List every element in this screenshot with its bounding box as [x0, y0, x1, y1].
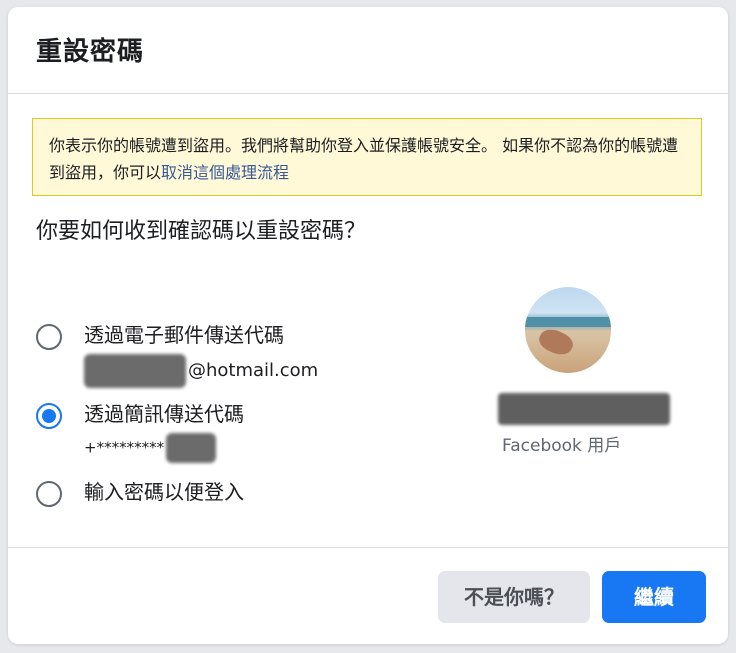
compromised-account-notice: 你表示你的帳號遭到盜用。我們將幫助你登入並保護帳號安全。 如果你不認為你的帳號遭…: [32, 118, 702, 196]
reset-password-dialog: 重設密碼 你表示你的帳號遭到盜用。我們將幫助你登入並保護帳號安全。 如果你不認為…: [8, 7, 728, 644]
dialog-title: 重設密碼: [36, 37, 145, 67]
masked-phone: +*********: [84, 438, 165, 457]
redacted-profile-name: [498, 393, 670, 425]
dialog-header: 重設密碼: [8, 7, 728, 94]
email-radio[interactable]: [36, 324, 62, 350]
redacted-email-user: [84, 354, 186, 388]
sms-option-label: 透過簡訊傳送代碼: [84, 402, 244, 426]
avatar: [525, 287, 611, 373]
continue-button[interactable]: 繼續: [602, 571, 706, 623]
password-radio[interactable]: [36, 481, 62, 507]
dialog-footer-divider: [8, 547, 728, 548]
cancel-process-link[interactable]: 取消這個處理流程: [161, 163, 289, 182]
redacted-phone-digits: [166, 433, 217, 463]
profile-account-type: Facebook 用戶: [502, 436, 622, 456]
notice-text: 你表示你的帳號遭到盜用。我們將幫助你登入並保護帳號安全。 如果你不認為你的帳號遭…: [49, 136, 679, 182]
sms-radio[interactable]: [36, 403, 62, 429]
password-option-label: 輸入密碼以便登入: [84, 480, 244, 504]
email-option-detail: @hotmail.com: [84, 354, 318, 388]
avatar-sea: [525, 317, 611, 327]
email-option-label: 透過電子郵件傳送代碼: [84, 323, 284, 347]
profile-card: Facebook 用戶: [488, 287, 698, 457]
not-you-button[interactable]: 不是你嗎？: [438, 571, 590, 623]
avatar-person: [535, 324, 577, 360]
sms-option-detail: +*********: [84, 433, 217, 463]
recovery-method-question: 你要如何收到確認碼以重設密碼？: [36, 219, 367, 244]
email-domain: @hotmail.com: [188, 360, 319, 381]
